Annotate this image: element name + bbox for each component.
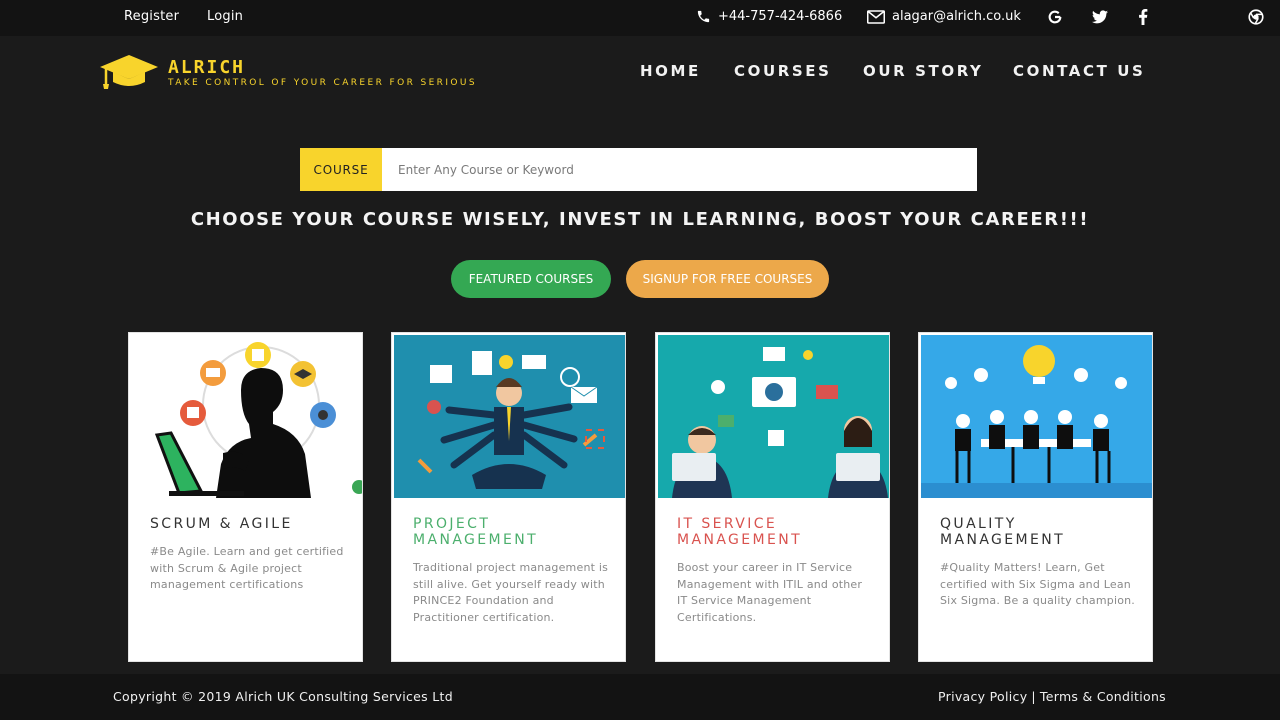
email-address: alagar@alrich.co.uk	[892, 9, 1021, 24]
register-link[interactable]: Register	[124, 9, 179, 24]
logo[interactable]	[98, 52, 160, 92]
footer-links: Privacy Policy | Terms & Conditions	[938, 689, 1166, 704]
nav-contact-us[interactable]: CONTACT US	[1013, 62, 1145, 80]
phone-number: +44-757-424-6866	[718, 9, 843, 24]
nav-our-story[interactable]: OUR STORY	[863, 62, 983, 80]
course-search-label: COURSE	[300, 148, 382, 191]
signup-free-courses-button[interactable]: SIGNUP FOR FREE COURSES	[626, 260, 829, 298]
course-card-scrum-agile[interactable]: SCRUM & AGILE #Be Agile. Learn and get c…	[128, 332, 363, 662]
card-title: SCRUM & AGILE	[150, 516, 293, 532]
scrum-agile-illustration	[131, 335, 362, 498]
card-title: PROJECT MANAGEMENT	[413, 516, 539, 548]
quality-management-illustration	[921, 335, 1152, 498]
chrome-extension-icon[interactable]	[1247, 8, 1265, 26]
privacy-policy-link[interactable]: Privacy Policy	[938, 689, 1027, 704]
mail-icon	[867, 9, 885, 24]
facebook-icon[interactable]	[1134, 8, 1152, 26]
card-title: QUALITY MANAGEMENT	[940, 516, 1066, 548]
email-contact[interactable]: alagar@alrich.co.uk	[867, 9, 1021, 24]
terms-conditions-link[interactable]: Terms & Conditions	[1040, 689, 1166, 704]
project-management-illustration	[394, 335, 625, 498]
it-service-management-illustration	[658, 335, 889, 498]
phone-contact[interactable]: +44-757-424-6866	[696, 9, 842, 24]
course-search-input[interactable]	[382, 148, 977, 191]
nav-home[interactable]: HOME	[640, 62, 701, 80]
brand-tagline: TAKE CONTROL OF YOUR CAREER FOR SERIOUS	[168, 78, 477, 88]
course-card-quality-management[interactable]: QUALITY MANAGEMENT #Quality Matters! Lea…	[918, 332, 1153, 662]
featured-courses-button[interactable]: FEATURED COURSES	[451, 260, 611, 298]
nav-courses[interactable]: COURSES	[734, 62, 832, 80]
footer: Copyright © 2019 Alrich UK Consulting Se…	[0, 674, 1280, 720]
course-search: COURSE	[300, 148, 977, 191]
card-description: #Quality Matters! Learn, Get certified w…	[940, 561, 1136, 607]
card-description: Boost your career in IT Service Manageme…	[677, 561, 863, 624]
card-description: Traditional project management is still …	[413, 561, 609, 624]
card-description: #Be Agile. Learn and get certified with …	[150, 545, 344, 591]
card-title: IT SERVICE MANAGEMENT	[677, 516, 803, 548]
login-link[interactable]: Login	[207, 9, 243, 24]
hero-headline: CHOOSE YOUR COURSE WISELY, INVEST IN LEA…	[190, 209, 1090, 230]
phone-icon	[696, 9, 711, 24]
copyright-text: Copyright © 2019 Alrich UK Consulting Se…	[113, 689, 453, 704]
google-icon[interactable]	[1046, 8, 1064, 26]
footer-separator: |	[1031, 689, 1036, 704]
brand-name[interactable]: ALRICH	[168, 57, 245, 78]
top-bar: Register Login +44-757-424-6866 alagar@a…	[0, 0, 1280, 36]
course-card-it-service-management[interactable]: IT SERVICE MANAGEMENT Boost your career …	[655, 332, 890, 662]
graduation-cap-icon	[100, 55, 158, 89]
course-card-project-management[interactable]: PROJECT MANAGEMENT Traditional project m…	[391, 332, 626, 662]
twitter-icon[interactable]	[1091, 8, 1109, 26]
